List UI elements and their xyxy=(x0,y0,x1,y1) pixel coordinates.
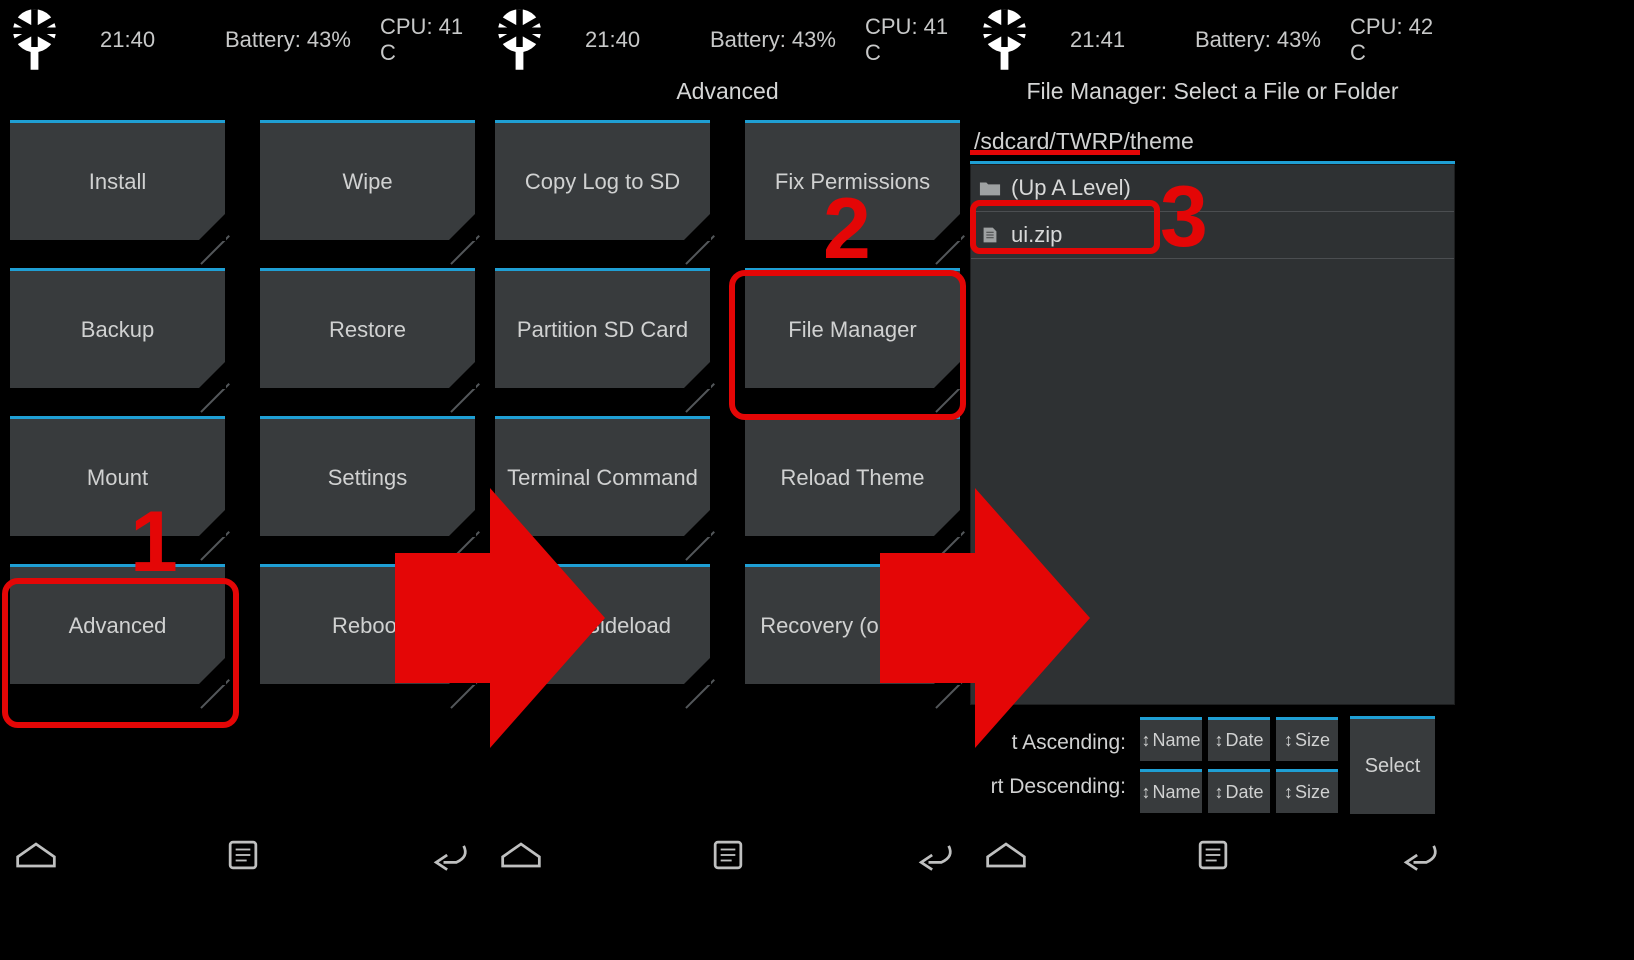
terminal-command-button[interactable]: Terminal Command xyxy=(495,416,710,536)
sort-asc-size-button[interactable]: ↕Size xyxy=(1276,717,1338,761)
status-cpu: CPU: 41 C xyxy=(380,14,485,66)
page-title: Advanced xyxy=(485,80,970,110)
twrp-logo-icon xyxy=(2,8,67,73)
nav-bar xyxy=(0,825,485,890)
twrp-logo-icon xyxy=(487,8,552,73)
sort-arrow-icon: ↕ xyxy=(1284,782,1293,803)
list-item-up[interactable]: (Up A Level) xyxy=(971,165,1454,212)
console-icon[interactable] xyxy=(221,836,265,879)
home-icon[interactable] xyxy=(14,836,58,879)
mount-button[interactable]: Mount xyxy=(10,416,225,536)
sort-desc-name-button[interactable]: ↕Name xyxy=(1140,769,1202,813)
restore-button[interactable]: Restore xyxy=(260,268,475,388)
page-title xyxy=(0,80,485,110)
sort-arrow-icon: ↕ xyxy=(1214,730,1223,751)
status-battery: Battery: 43% xyxy=(710,27,836,53)
status-time: 21:40 xyxy=(100,27,155,53)
list-item-file[interactable]: ui.zip xyxy=(971,212,1454,259)
backup-button[interactable]: Backup xyxy=(10,268,225,388)
settings-button[interactable]: Settings xyxy=(260,416,475,536)
sort-asc-name-button[interactable]: ↕Name xyxy=(1140,717,1202,761)
screen-advanced: 21:40 Battery: 43% CPU: 41 C Advanced Co… xyxy=(485,0,970,890)
sort-arrow-icon: ↕ xyxy=(1141,730,1150,751)
sort-arrow-icon: ↕ xyxy=(1214,782,1223,803)
console-icon[interactable] xyxy=(1191,836,1235,879)
sort-arrow-icon: ↕ xyxy=(1141,782,1150,803)
screen-main: 21:40 Battery: 43% CPU: 41 C Install Wip… xyxy=(0,0,485,890)
advanced-button[interactable]: Advanced xyxy=(10,564,225,684)
file-list: (Up A Level) ui.zip xyxy=(970,164,1455,705)
wipe-button[interactable]: Wipe xyxy=(260,120,475,240)
sort-arrow-icon: ↕ xyxy=(1284,730,1293,751)
status-bar: 21:41 Battery: 43% CPU: 42 C xyxy=(970,0,1455,80)
nav-bar xyxy=(485,825,970,890)
back-icon[interactable] xyxy=(1397,836,1441,879)
reload-theme-button[interactable]: Reload Theme xyxy=(745,416,960,536)
select-button[interactable]: Select xyxy=(1350,716,1435,814)
main-menu-grid: Install Wipe Backup Restore Mount Settin… xyxy=(0,110,485,825)
status-battery: Battery: 43% xyxy=(225,27,351,53)
folder-icon xyxy=(979,179,1001,197)
sort-desc-size-button[interactable]: ↕Size xyxy=(1276,769,1338,813)
console-icon[interactable] xyxy=(706,836,750,879)
status-bar: 21:40 Battery: 43% CPU: 41 C xyxy=(0,0,485,80)
status-cpu: CPU: 42 C xyxy=(1350,14,1455,66)
screen-file-manager: 21:41 Battery: 43% CPU: 42 C File Manage… xyxy=(970,0,1455,890)
status-bar: 21:40 Battery: 43% CPU: 41 C xyxy=(485,0,970,80)
file-icon xyxy=(979,226,1001,244)
file-path: /sdcard/TWRP/theme xyxy=(970,122,1455,164)
back-icon[interactable] xyxy=(912,836,956,879)
list-item-label: (Up A Level) xyxy=(1011,175,1131,201)
adb-sideload-button[interactable]: ADB Sideload xyxy=(495,564,710,684)
status-battery: Battery: 43% xyxy=(1195,27,1321,53)
sort-desc-date-button[interactable]: ↕Date xyxy=(1208,769,1270,813)
home-icon[interactable] xyxy=(499,836,543,879)
partition-sd-button[interactable]: Partition SD Card xyxy=(495,268,710,388)
sort-asc-label: t Ascending: xyxy=(1012,731,1126,755)
sort-asc-date-button[interactable]: ↕Date xyxy=(1208,717,1270,761)
nav-bar xyxy=(970,825,1455,890)
status-time: 21:41 xyxy=(1070,27,1125,53)
twrp-logo-icon xyxy=(972,8,1037,73)
reboot-button[interactable]: Reboot xyxy=(260,564,475,684)
advanced-menu-grid: Copy Log to SD Fix Permissions Partition… xyxy=(485,110,970,825)
install-button[interactable]: Install xyxy=(10,120,225,240)
list-item-label: ui.zip xyxy=(1011,222,1062,248)
home-icon[interactable] xyxy=(984,836,1028,879)
recovery-button[interactable]: Recovery (only SO xyxy=(745,564,960,684)
sort-desc-label: rt Descending: xyxy=(991,775,1126,799)
page-title: File Manager: Select a File or Folder xyxy=(970,80,1455,110)
file-manager-button[interactable]: File Manager xyxy=(745,268,960,388)
copy-log-button[interactable]: Copy Log to SD xyxy=(495,120,710,240)
back-icon[interactable] xyxy=(427,836,471,879)
sort-bar: t Ascending: rt Descending: ↕Name ↕Date … xyxy=(970,705,1455,825)
status-cpu: CPU: 41 C xyxy=(865,14,970,66)
status-time: 21:40 xyxy=(585,27,640,53)
fix-permissions-button[interactable]: Fix Permissions xyxy=(745,120,960,240)
